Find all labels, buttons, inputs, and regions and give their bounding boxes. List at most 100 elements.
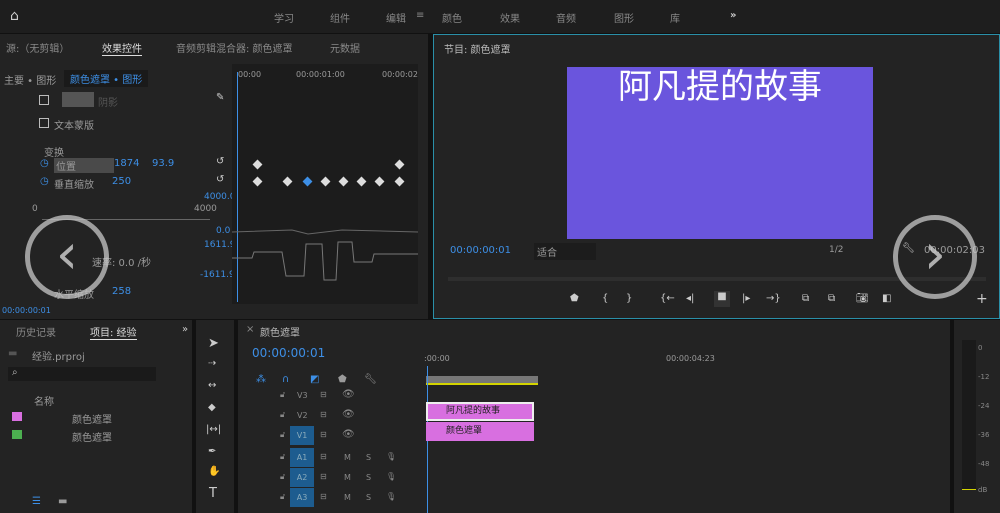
sync-icon[interactable]: ⊟: [320, 452, 327, 461]
track-target-a1[interactable]: A1: [290, 448, 314, 467]
position-y[interactable]: 93.9: [152, 158, 174, 169]
shadow-checkbox[interactable]: [39, 95, 49, 105]
mic-icon[interactable]: 🎙︎: [386, 492, 396, 501]
project-item[interactable]: 颜色遮罩: [72, 411, 112, 426]
workspace-color[interactable]: 颜色: [442, 10, 462, 25]
eye-icon[interactable]: 👁︎: [342, 389, 355, 400]
solo-button[interactable]: S: [366, 473, 371, 482]
track-select-tool-icon[interactable]: ⇢: [208, 358, 216, 369]
previous-arrow-icon[interactable]: ‹: [25, 215, 109, 299]
solo-button[interactable]: S: [366, 453, 371, 462]
razor-tool-icon[interactable]: ◆: [208, 402, 216, 413]
camera-icon[interactable]: 📷︎: [856, 293, 869, 304]
reset-icon[interactable]: ↺: [216, 156, 224, 167]
timeline-timecode[interactable]: 00:00:00:01: [252, 346, 325, 360]
icon-view-icon[interactable]: ▬: [58, 496, 67, 507]
keyframe-timeline[interactable]: 00:00 00:00:01:00 00:00:02: [232, 64, 418, 304]
pen-tool-icon[interactable]: ✒: [208, 446, 216, 457]
keyframe[interactable]: [394, 176, 405, 187]
mark-in-icon[interactable]: {: [602, 293, 608, 304]
workspace-assembly[interactable]: 组件: [330, 10, 350, 25]
workspace-libraries[interactable]: 库: [670, 10, 680, 25]
tab-audio-mixer[interactable]: 音频剪辑混合器: 颜色遮罩: [176, 40, 293, 55]
eye-icon[interactable]: 👁︎: [342, 409, 355, 420]
mic-icon[interactable]: 🎙︎: [386, 472, 396, 481]
keyframe[interactable]: [338, 176, 349, 187]
more-panels-icon[interactable]: »: [182, 324, 188, 335]
keyframe[interactable]: [356, 176, 367, 187]
keyframe[interactable]: [374, 176, 385, 187]
eye-icon[interactable]: 👁︎: [342, 429, 355, 440]
workspace-learn[interactable]: 学习: [274, 10, 294, 25]
mute-button[interactable]: M: [344, 493, 351, 502]
work-area-bar[interactable]: [426, 376, 538, 385]
hand-tool-icon[interactable]: ✋: [208, 466, 220, 477]
keyframe[interactable]: [282, 176, 293, 187]
overwrite-icon[interactable]: ⧉: [828, 293, 835, 304]
text-mask-checkbox[interactable]: [39, 118, 49, 128]
reset-icon[interactable]: ↺: [216, 174, 224, 185]
clip-selector[interactable]: 颜色遮罩 • 图形: [64, 70, 149, 87]
settings-wrench-icon[interactable]: 🔧︎: [364, 374, 377, 385]
clip-color-matte[interactable]: 颜色遮罩: [426, 422, 534, 441]
keyframe[interactable]: [320, 176, 331, 187]
list-view-icon[interactable]: ☰: [32, 496, 41, 507]
project-item[interactable]: 颜色遮罩: [72, 429, 112, 444]
marker-icon[interactable]: ⬟: [338, 374, 347, 385]
step-forward-icon[interactable]: |▸: [742, 293, 750, 304]
stop-button[interactable]: ■: [714, 291, 730, 307]
add-marker-icon[interactable]: ⬟: [570, 293, 579, 304]
keyframe[interactable]: [394, 159, 405, 170]
snap-icon[interactable]: ⁂: [256, 374, 266, 385]
close-icon[interactable]: ×: [246, 324, 254, 335]
more-workspaces[interactable]: »: [730, 10, 736, 21]
mic-icon[interactable]: 🎙︎: [386, 452, 396, 461]
resolution-dropdown[interactable]: 1/2: [829, 245, 843, 255]
sequence-tab[interactable]: 颜色遮罩: [260, 324, 300, 339]
keyframe[interactable]: [252, 176, 263, 187]
selection-tool-icon[interactable]: ➤: [208, 336, 219, 351]
go-to-in-icon[interactable]: {←: [660, 293, 675, 304]
linked-selection-icon[interactable]: ∩: [282, 374, 289, 385]
lock-icon[interactable]: 🔓︎: [280, 390, 285, 400]
menu-icon[interactable]: ≡: [416, 10, 424, 21]
next-arrow-icon[interactable]: ›: [893, 215, 977, 299]
lock-icon[interactable]: 🔓︎: [280, 452, 285, 462]
home-icon[interactable]: ⌂: [10, 8, 19, 24]
sync-icon[interactable]: ⊟: [320, 492, 327, 501]
shadow-color-swatch[interactable]: [62, 92, 94, 107]
search-input[interactable]: ⌕: [8, 367, 156, 381]
vscale-value[interactable]: 250: [112, 176, 131, 187]
video-frame[interactable]: 阿凡提的故事: [567, 67, 873, 239]
keyframe-selected[interactable]: [302, 176, 313, 187]
keyframe[interactable]: [252, 159, 263, 170]
tab-project[interactable]: 项目: 经验: [90, 324, 137, 340]
tab-metadata[interactable]: 元数据: [330, 40, 360, 55]
tab-effect-controls[interactable]: 效果控件: [102, 40, 142, 56]
program-timecode[interactable]: 00:00:00:01: [450, 245, 511, 256]
column-name[interactable]: 名称: [34, 393, 54, 408]
fit-dropdown[interactable]: 适合: [534, 243, 596, 260]
hscale-value[interactable]: 258: [112, 286, 131, 297]
step-back-icon[interactable]: ◂|: [686, 293, 694, 304]
workspace-audio[interactable]: 音频: [556, 10, 576, 25]
track-target-a2[interactable]: A2: [290, 468, 314, 487]
type-tool-icon[interactable]: T: [209, 486, 217, 501]
position-x[interactable]: 1874: [114, 158, 139, 169]
sync-icon[interactable]: ⊟: [320, 410, 327, 419]
sync-icon[interactable]: ⊟: [320, 430, 327, 439]
effect-timecode[interactable]: 00:00:00:01: [2, 306, 51, 315]
add-marker-icon[interactable]: ◩: [310, 374, 319, 385]
ripple-edit-tool-icon[interactable]: ↔: [208, 380, 216, 391]
lock-icon[interactable]: 🔓︎: [280, 430, 285, 440]
sync-icon[interactable]: ⊟: [320, 390, 327, 399]
workspace-effects[interactable]: 效果: [500, 10, 520, 25]
tab-source[interactable]: 源:（无剪辑）: [6, 40, 69, 55]
track-target-a3[interactable]: A3: [290, 488, 314, 507]
sync-icon[interactable]: ⊟: [320, 472, 327, 481]
add-button-icon[interactable]: +: [976, 291, 988, 307]
workspace-graphics[interactable]: 图形: [614, 10, 634, 25]
insert-icon[interactable]: ⧉: [802, 293, 809, 304]
lock-icon[interactable]: 🔓︎: [280, 410, 285, 420]
solo-button[interactable]: S: [366, 493, 371, 502]
